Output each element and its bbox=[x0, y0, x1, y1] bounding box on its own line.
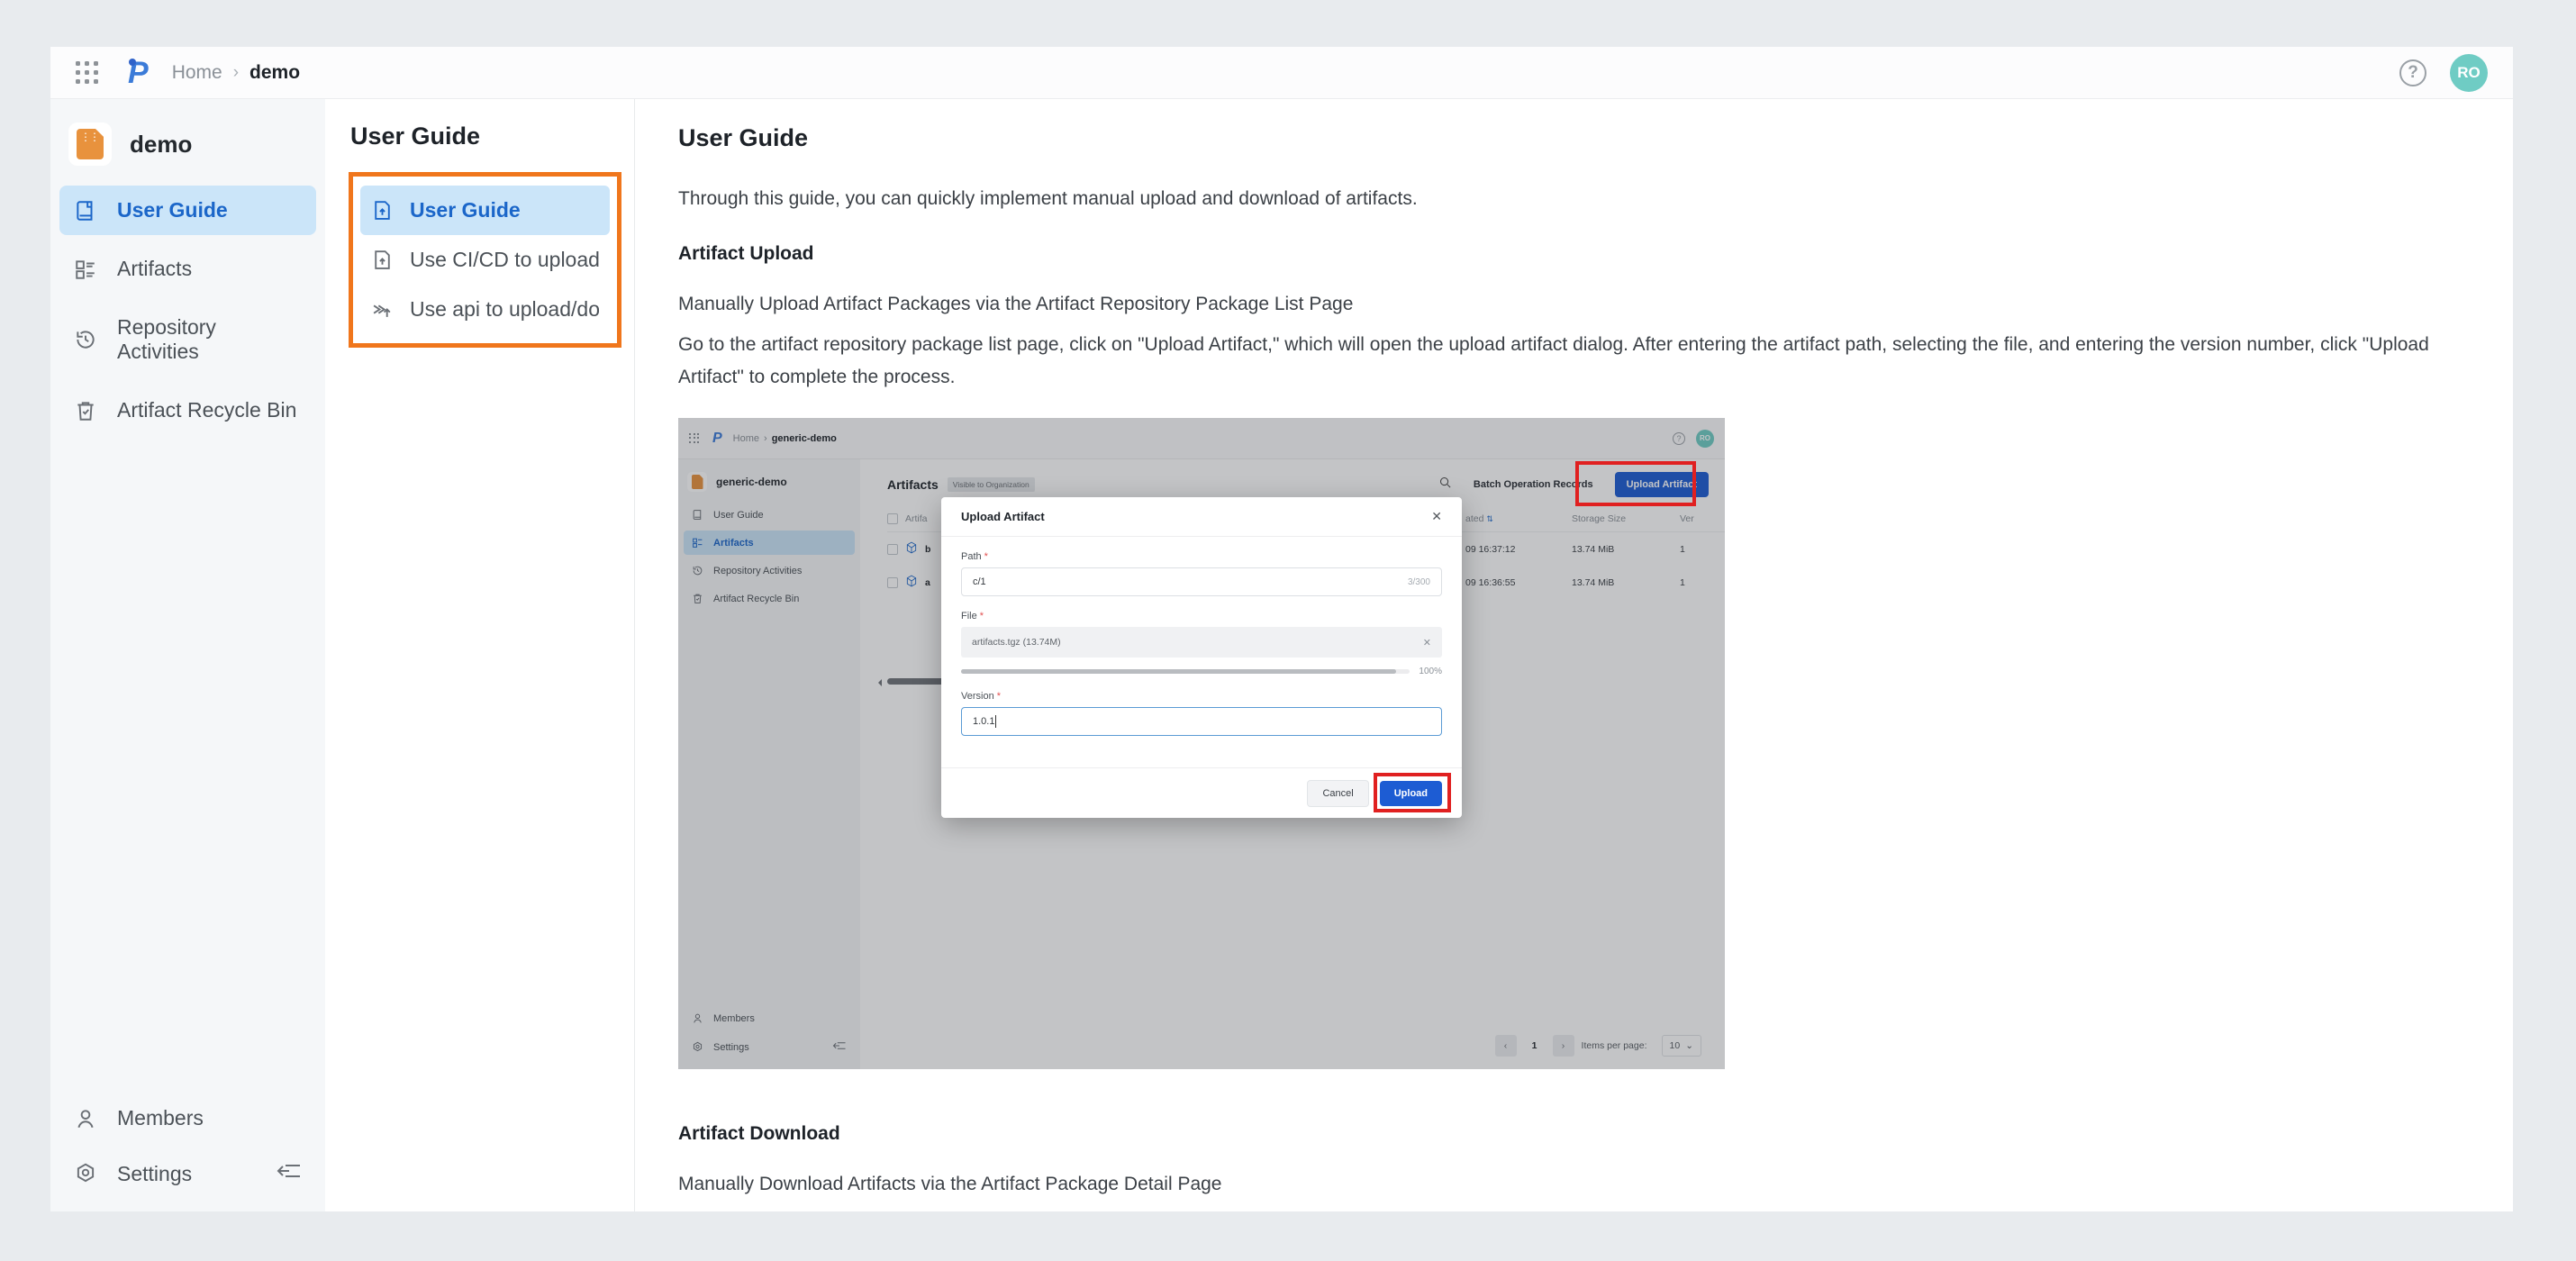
history-icon bbox=[74, 328, 97, 351]
sidebar-nav: User Guide Artifacts Repository Activiti… bbox=[50, 186, 325, 435]
sidebar-item-label: Settings bbox=[117, 1162, 192, 1186]
chevron-right-icon: › bbox=[233, 63, 239, 83]
embedded-screenshot: P Home › generic-demo ? RO generic-demo bbox=[678, 418, 1725, 1069]
required-asterisk: * bbox=[997, 691, 1001, 702]
sidebar-item-label: Repository Activities bbox=[117, 315, 302, 364]
sidebar-item-members[interactable]: Members bbox=[59, 1093, 316, 1143]
version-input: 1.0.1 bbox=[961, 707, 1442, 736]
artifact-upload-heading: Artifact Upload bbox=[678, 243, 2470, 265]
progress-percent: 100% bbox=[1419, 667, 1442, 676]
sidebar-item-artifacts[interactable]: Artifacts bbox=[59, 244, 316, 294]
help-icon[interactable]: ? bbox=[2399, 59, 2426, 86]
sidebar-item-label: Artifacts bbox=[117, 257, 192, 281]
subnav-item-cicd-guide[interactable]: Use CI/CD to upload/c bbox=[360, 235, 610, 285]
upload-subheading: Manually Upload Artifact Packages via th… bbox=[678, 288, 2470, 322]
app-window: P Home › demo ? RO demo User Guide bbox=[50, 47, 2513, 1211]
project-header[interactable]: demo bbox=[50, 115, 325, 186]
body-row: demo User Guide Artifacts Repository Act… bbox=[50, 99, 2513, 1211]
gear-icon bbox=[74, 1162, 97, 1185]
remove-file-icon: ✕ bbox=[1423, 637, 1431, 649]
subnav-item-user-guide[interactable]: User Guide bbox=[360, 186, 610, 235]
main-content: User Guide Through this guide, you can q… bbox=[635, 99, 2513, 1211]
sidebar-item-artifact-recycle-bin[interactable]: Artifact Recycle Bin bbox=[59, 386, 316, 435]
sidebar-item-label: Artifact Recycle Bin bbox=[117, 398, 296, 422]
cancel-button: Cancel bbox=[1307, 780, 1368, 807]
book-icon bbox=[74, 199, 97, 222]
artifact-download-heading: Artifact Download bbox=[678, 1123, 2470, 1145]
upload-progress: 100% bbox=[961, 667, 1442, 676]
secondary-panel-title: User Guide bbox=[325, 122, 634, 172]
file-label: File* bbox=[961, 611, 1442, 621]
progress-bar bbox=[961, 669, 1410, 674]
upload-button: Upload bbox=[1380, 781, 1442, 806]
close-icon: ✕ bbox=[1431, 509, 1442, 524]
secondary-panel: User Guide User Guide Use CI/CD to uploa… bbox=[325, 99, 635, 1211]
sidebar-item-settings[interactable]: Settings bbox=[59, 1148, 316, 1199]
app-launcher-icon[interactable] bbox=[76, 61, 99, 85]
project-name: demo bbox=[130, 131, 192, 159]
subnav-item-label: Use CI/CD to upload/c bbox=[410, 248, 599, 272]
subnav-item-label: User Guide bbox=[410, 198, 521, 222]
breadcrumb-current: demo bbox=[249, 62, 300, 84]
sidebar-item-label: Members bbox=[117, 1106, 204, 1130]
upload-description: Go to the artifact repository package li… bbox=[678, 329, 2470, 395]
annotation-orange-box: User Guide Use CI/CD to upload/c Use api… bbox=[349, 172, 621, 348]
sidebar-item-label: User Guide bbox=[117, 198, 228, 222]
selected-file-chip: artifacts.tgz (13.74M) ✕ bbox=[961, 627, 1442, 658]
doc-upload-icon bbox=[371, 199, 394, 222]
artifact-list-icon bbox=[74, 258, 97, 281]
brand-logo-icon[interactable]: P bbox=[128, 58, 149, 88]
collapse-sidebar-icon[interactable] bbox=[277, 1161, 302, 1186]
doc-upload-icon bbox=[371, 249, 394, 271]
top-bar: P Home › demo ? RO bbox=[50, 47, 2513, 99]
sidebar: demo User Guide Artifacts Repository Act… bbox=[50, 99, 325, 1211]
text-cursor bbox=[995, 715, 996, 728]
person-icon bbox=[74, 1107, 97, 1130]
subnav-item-label: Use api to upload/dov bbox=[410, 297, 599, 322]
required-asterisk: * bbox=[980, 611, 984, 621]
path-input: c/1 3/300 bbox=[961, 567, 1442, 596]
trash-check-icon bbox=[74, 399, 97, 422]
download-subheading: Manually Download Artifacts via the Arti… bbox=[678, 1168, 2470, 1202]
version-label: Version* bbox=[961, 691, 1442, 702]
sidebar-item-user-guide[interactable]: User Guide bbox=[59, 186, 316, 235]
page-title: User Guide bbox=[678, 124, 2470, 152]
project-icon bbox=[68, 122, 112, 166]
required-asterisk: * bbox=[984, 551, 988, 562]
topbar-right: ? RO bbox=[2399, 54, 2488, 92]
sidebar-bottom-nav: Members Settings bbox=[50, 1093, 325, 1199]
upload-artifact-dialog: Upload Artifact ✕ Path* c/1 3/300 File* bbox=[941, 497, 1462, 818]
dialog-title: Upload Artifact bbox=[961, 510, 1045, 523]
user-avatar[interactable]: RO bbox=[2450, 54, 2488, 92]
char-counter: 3/300 bbox=[1408, 577, 1430, 587]
breadcrumb: Home › demo bbox=[172, 62, 300, 84]
subnav-item-api-guide[interactable]: Use api to upload/dov bbox=[360, 285, 610, 334]
breadcrumb-home[interactable]: Home bbox=[172, 62, 222, 84]
sidebar-item-repository-activities[interactable]: Repository Activities bbox=[59, 303, 316, 376]
intro-paragraph: Through this guide, you can quickly impl… bbox=[678, 183, 2470, 216]
path-label: Path* bbox=[961, 551, 1442, 562]
api-upload-icon bbox=[371, 298, 394, 321]
